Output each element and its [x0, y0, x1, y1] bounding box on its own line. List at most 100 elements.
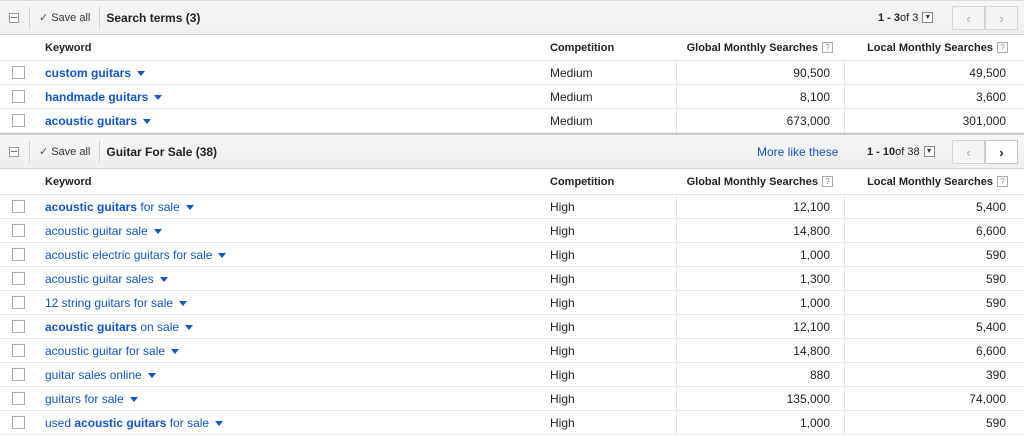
help-icon[interactable]: ?: [822, 42, 833, 53]
keyword-text: acoustic guitars: [45, 113, 138, 128]
row-checkbox[interactable]: [12, 66, 25, 79]
dropdown-arrow-icon[interactable]: [218, 252, 227, 258]
row-checkbox[interactable]: [12, 90, 25, 103]
keyword-link[interactable]: acoustic electric guitars for sale: [45, 248, 212, 262]
help-icon[interactable]: ?: [997, 176, 1008, 187]
more-like-these-link[interactable]: More like these: [757, 145, 838, 159]
keyword-match: acoustic guitars: [74, 415, 167, 430]
local-searches-cell: 301,000: [962, 113, 1006, 128]
keyword-link[interactable]: guitars for sale: [45, 392, 124, 406]
keyword-suffix: for sale: [166, 415, 210, 430]
save-all-button[interactable]: ✓ Save all: [30, 135, 99, 168]
keyword-link[interactable]: handmade guitars: [45, 90, 148, 104]
competition-column-header[interactable]: Competition: [550, 35, 677, 60]
guitar-for-sale-panel: ✓ Save all Guitar For Sale (38) More lik…: [0, 133, 1024, 435]
dropdown-arrow-icon[interactable]: [179, 300, 188, 306]
save-all-button[interactable]: ✓ Save all: [30, 1, 99, 34]
keyword-prefix: acoustic guitar sale: [45, 223, 148, 238]
dropdown-arrow-icon[interactable]: [171, 348, 180, 354]
keyword-link[interactable]: guitar sales online: [45, 368, 142, 382]
pager-dropdown-icon[interactable]: ▼: [922, 12, 934, 23]
dropdown-arrow-icon[interactable]: [137, 70, 146, 76]
local-searches-cell: 3,600: [975, 89, 1006, 104]
local-searches-column-header[interactable]: Local Monthly Searches?: [845, 169, 1021, 194]
row-checkbox[interactable]: [12, 296, 25, 309]
row-checkbox[interactable]: [12, 224, 25, 237]
dropdown-arrow-icon[interactable]: [129, 396, 138, 402]
save-all-label: Save all: [51, 11, 91, 24]
keyword-suffix: on sale: [137, 319, 180, 334]
row-checkbox[interactable]: [12, 344, 25, 357]
competition-column-header[interactable]: Competition: [550, 169, 677, 194]
keyword-link[interactable]: acoustic guitar sales: [45, 272, 154, 286]
table-row: acoustic guitars for sale High 12,100 5,…: [0, 195, 1024, 219]
collapse-icon[interactable]: [9, 12, 19, 23]
keyword-link[interactable]: custom guitars: [45, 66, 131, 80]
competition-cell: High: [550, 387, 677, 410]
next-page-button[interactable]: ›: [985, 140, 1018, 164]
table-row: custom guitars Medium 90,500 49,500: [0, 61, 1024, 85]
global-searches-column-header[interactable]: Global Monthly Searches?: [677, 169, 845, 194]
help-icon[interactable]: ?: [822, 176, 833, 187]
table-header: Keyword Competition Global Monthly Searc…: [0, 169, 1024, 195]
competition-cell: High: [550, 243, 677, 266]
global-searches-cell: 673,000: [677, 109, 845, 132]
table-row: guitar sales online High 880 390: [0, 363, 1024, 387]
global-searches-cell: 1,000: [677, 411, 845, 434]
row-checkbox[interactable]: [12, 416, 25, 429]
keyword-prefix: acoustic guitar for sale: [45, 343, 166, 358]
global-searches-column-header[interactable]: Global Monthly Searches?: [677, 35, 845, 60]
row-checkbox[interactable]: [12, 368, 25, 381]
keyword-prefix: acoustic electric guitars for sale: [45, 247, 213, 262]
pager-dropdown-icon[interactable]: ▼: [923, 146, 935, 157]
table-row: acoustic guitars on sale High 12,100 5,4…: [0, 315, 1024, 339]
dropdown-arrow-icon[interactable]: [147, 372, 156, 378]
row-checkbox[interactable]: [12, 114, 25, 127]
dropdown-arrow-icon[interactable]: [153, 228, 162, 234]
prev-page-button[interactable]: ‹: [952, 140, 985, 164]
keyword-link[interactable]: 12 string guitars for sale: [45, 296, 173, 310]
keyword-link[interactable]: acoustic guitars for sale: [45, 200, 180, 214]
group-toolbar: ✓ Save all Guitar For Sale (38) More lik…: [0, 135, 1024, 169]
collapse-icon[interactable]: [9, 146, 19, 157]
competition-cell: Medium: [550, 61, 677, 84]
dropdown-arrow-icon[interactable]: [215, 420, 224, 426]
prev-page-button[interactable]: ‹: [952, 6, 985, 30]
group-title: Search terms (3): [106, 10, 201, 25]
keyword-column-header[interactable]: Keyword: [45, 42, 550, 54]
table-row: acoustic guitar for sale High 14,800 6,6…: [0, 339, 1024, 363]
row-checkbox[interactable]: [12, 248, 25, 261]
competition-cell: High: [550, 291, 677, 314]
row-checkbox[interactable]: [12, 272, 25, 285]
competition-cell: Medium: [550, 109, 677, 132]
competition-cell: High: [550, 195, 677, 218]
local-searches-label: Local Monthly Searches: [867, 175, 993, 188]
dropdown-arrow-icon[interactable]: [185, 324, 194, 330]
table-row: guitars for sale High 135,000 74,000: [0, 387, 1024, 411]
local-searches-column-header[interactable]: Local Monthly Searches?: [845, 35, 1021, 60]
pager: 1 - 3 of 3 ▼: [878, 12, 934, 24]
keyword-prefix: guitar sales online: [45, 367, 142, 382]
dropdown-arrow-icon[interactable]: [154, 94, 163, 100]
keyword-link[interactable]: acoustic guitar for sale: [45, 344, 165, 358]
dropdown-arrow-icon[interactable]: [159, 276, 168, 282]
table-row: used acoustic guitars for sale High 1,00…: [0, 411, 1024, 435]
keyword-link[interactable]: used acoustic guitars for sale: [45, 416, 209, 430]
row-checkbox[interactable]: [12, 320, 25, 333]
global-searches-cell: 14,800: [677, 219, 845, 242]
keyword-link[interactable]: acoustic guitars: [45, 114, 137, 128]
keyword-link[interactable]: acoustic guitars on sale: [45, 320, 179, 334]
keyword-match: acoustic guitars: [45, 199, 138, 214]
save-all-label: Save all: [51, 145, 91, 158]
next-page-button[interactable]: ›: [985, 6, 1018, 30]
dropdown-arrow-icon[interactable]: [185, 204, 194, 210]
competition-cell: High: [550, 267, 677, 290]
row-checkbox[interactable]: [12, 200, 25, 213]
dropdown-arrow-icon[interactable]: [143, 118, 152, 124]
keyword-link[interactable]: acoustic guitar sale: [45, 224, 148, 238]
row-checkbox[interactable]: [12, 392, 25, 405]
help-icon[interactable]: ?: [997, 42, 1008, 53]
global-searches-cell: 1,000: [677, 243, 845, 266]
keyword-column-header[interactable]: Keyword: [45, 176, 550, 188]
chevron-right-icon: ›: [999, 10, 1004, 26]
